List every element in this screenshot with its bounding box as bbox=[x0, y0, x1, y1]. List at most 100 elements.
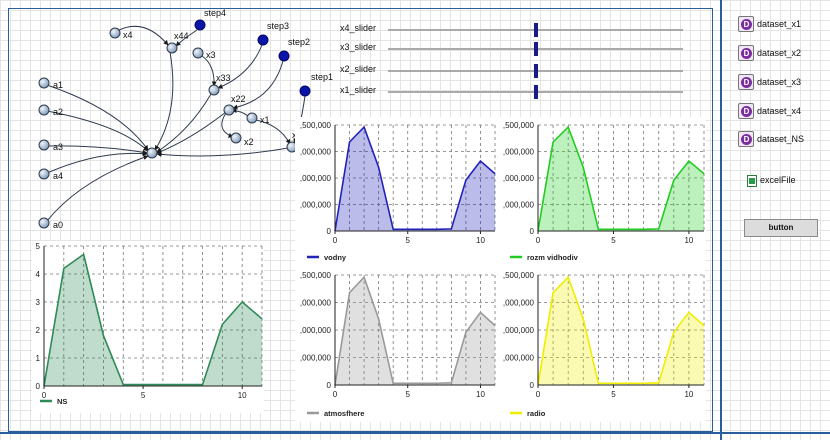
slider-track[interactable] bbox=[388, 42, 683, 56]
graph-node-hub[interactable] bbox=[146, 147, 158, 159]
slider-track[interactable] bbox=[388, 23, 683, 37]
dataset-label: dataset_x1 bbox=[757, 19, 802, 29]
node-label: step1 bbox=[311, 72, 333, 82]
chart-legend: atmosfhere bbox=[307, 409, 364, 418]
x-tick-label: 5 bbox=[141, 391, 146, 400]
x-tick-label: 5 bbox=[611, 390, 616, 399]
graph-edge bbox=[231, 107, 249, 117]
graph-node-x22[interactable]: x22 bbox=[223, 94, 246, 116]
y-tick-label: ,000,000 bbox=[503, 299, 535, 308]
slider-x3[interactable]: x3_slider bbox=[340, 42, 685, 56]
chart-atmosfhere: 0 ,000,000 ,000,000 ,000,000 ,500,000 0 5 10 atm… bbox=[295, 267, 501, 422]
chart-rozm-vidhodiv: 0 ,000,000 ,000,000 ,000,000 ,500,000 0 5 10 roz… bbox=[498, 117, 706, 269]
x-tick-label: 5 bbox=[406, 390, 411, 399]
node-circle bbox=[278, 50, 290, 62]
graph-node-x44[interactable]: x44 bbox=[166, 31, 189, 54]
excel-file-label: excelFile bbox=[760, 175, 796, 185]
slider-thumb[interactable] bbox=[533, 23, 538, 37]
dataset-label: dataset_x4 bbox=[757, 106, 802, 116]
node-label: x33 bbox=[216, 73, 231, 83]
node-circle bbox=[38, 77, 50, 89]
x-tick-label: 10 bbox=[476, 390, 485, 399]
x-tick-label: 0 bbox=[333, 236, 338, 245]
y-tick-label: ,000,000 bbox=[503, 201, 535, 210]
x-tick-label: 10 bbox=[476, 236, 485, 245]
node-circle bbox=[299, 85, 311, 97]
y-tick-label: ,000,000 bbox=[300, 354, 332, 363]
node-label: a1 bbox=[53, 80, 63, 90]
graph-node-step4[interactable]: step4 bbox=[194, 8, 226, 31]
graph-edge bbox=[154, 51, 174, 151]
slider-track[interactable] bbox=[388, 64, 683, 78]
dataset-x2-item[interactable]: D dataset_x2 bbox=[738, 45, 818, 63]
node-label: a2 bbox=[53, 107, 63, 117]
node-label: x4 bbox=[123, 30, 133, 40]
slider-x4[interactable]: x4_slider bbox=[340, 23, 685, 37]
y-tick-label: 0 bbox=[36, 382, 41, 391]
slider-track[interactable] bbox=[388, 85, 683, 99]
slider-x2[interactable]: x2_slider bbox=[340, 64, 685, 78]
node-label: x1 bbox=[260, 115, 270, 125]
graph-node-x4[interactable]: x4 bbox=[109, 27, 133, 40]
graph-node-step3[interactable]: step3 bbox=[257, 21, 289, 46]
dataset-icon: D bbox=[738, 131, 754, 147]
y-tick-label: 0 bbox=[327, 227, 332, 236]
dataset-x4-item[interactable]: D dataset_x4 bbox=[738, 103, 818, 121]
chart-svg: 0 ,000,000 ,000,000 ,000,000 ,500,000 0 5 10 rad… bbox=[503, 271, 705, 418]
y-tick-label: ,500,000 bbox=[503, 271, 535, 280]
y-tick-label: 2 bbox=[36, 326, 41, 335]
main-button[interactable]: button bbox=[744, 219, 818, 237]
node-label: x2 bbox=[244, 137, 254, 147]
excel-file-item[interactable]: excelFile bbox=[747, 175, 817, 191]
node-circle bbox=[192, 47, 204, 59]
y-tick-label: ,500,000 bbox=[300, 271, 332, 280]
slider-thumb[interactable] bbox=[533, 64, 538, 78]
x-tick-label: 5 bbox=[406, 236, 411, 245]
chart-legend: rozm vidhodiv bbox=[510, 253, 579, 262]
legend-label: vodny bbox=[324, 253, 347, 262]
y-tick-label: 0 bbox=[530, 227, 535, 236]
slider-label: x2_slider bbox=[340, 64, 377, 74]
model-graph: x4x44step4x3step3x33step2x22x1x2x11step1… bbox=[38, 8, 333, 230]
node-label: x3 bbox=[206, 50, 216, 60]
y-tick-label: ,000,000 bbox=[503, 148, 535, 157]
series-area bbox=[335, 127, 495, 231]
node-circle bbox=[109, 27, 121, 39]
graph-node-step1[interactable]: step1 bbox=[299, 72, 333, 97]
slider-label: x3_slider bbox=[340, 42, 377, 52]
chart-legend: vodny bbox=[307, 253, 347, 262]
graph-node-a1[interactable]: a1 bbox=[38, 77, 63, 90]
node-circle bbox=[223, 104, 235, 116]
y-tick-label: ,500,000 bbox=[300, 121, 332, 130]
chart-legend: radio bbox=[510, 409, 546, 418]
y-tick-label: ,000,000 bbox=[503, 354, 535, 363]
node-label: x22 bbox=[231, 94, 246, 104]
graph-node-a0[interactable]: a0 bbox=[38, 217, 63, 230]
y-tick-label: 0 bbox=[530, 381, 535, 390]
slider-thumb[interactable] bbox=[533, 85, 538, 99]
chart-svg: 0 ,000,000 ,000,000 ,000,000 ,500,000 0 5 10 atm… bbox=[300, 271, 496, 418]
slider-thumb[interactable] bbox=[533, 42, 538, 56]
dataset-ns-item[interactable]: D dataset_NS bbox=[738, 131, 818, 149]
dataset-x1-item[interactable]: D dataset_x1 bbox=[738, 16, 818, 34]
y-tick-label: ,000,000 bbox=[300, 148, 332, 157]
chart-svg: 0 ,000,000 ,000,000 ,000,000 ,500,000 0 5 10 roz… bbox=[503, 121, 705, 262]
node-circle bbox=[166, 42, 178, 54]
y-tick-label: ,000,000 bbox=[300, 174, 332, 183]
dataset-x3-item[interactable]: D dataset_x3 bbox=[738, 74, 818, 92]
x-tick-label: 0 bbox=[333, 390, 338, 399]
y-tick-label: ,500,000 bbox=[503, 121, 535, 130]
node-label: step3 bbox=[267, 21, 289, 31]
dataset-icon: D bbox=[738, 45, 754, 61]
slider-x1[interactable]: x1_slider bbox=[340, 85, 685, 99]
slider-label: x1_slider bbox=[340, 85, 377, 95]
graph-node-x2[interactable]: x2 bbox=[230, 132, 254, 147]
dataset-label: dataset_NS bbox=[757, 134, 805, 144]
graph-node-step2[interactable]: step2 bbox=[278, 37, 310, 62]
node-label: step4 bbox=[204, 8, 226, 18]
graph-node-a2[interactable]: a2 bbox=[38, 104, 63, 117]
x-tick-label: 10 bbox=[238, 391, 247, 400]
dataset-icon: D bbox=[738, 16, 754, 32]
chart-radio: 0 ,000,000 ,000,000 ,000,000 ,500,000 0 5 10 rad… bbox=[498, 267, 706, 422]
graph-node-x1[interactable]: x1 bbox=[246, 112, 270, 125]
